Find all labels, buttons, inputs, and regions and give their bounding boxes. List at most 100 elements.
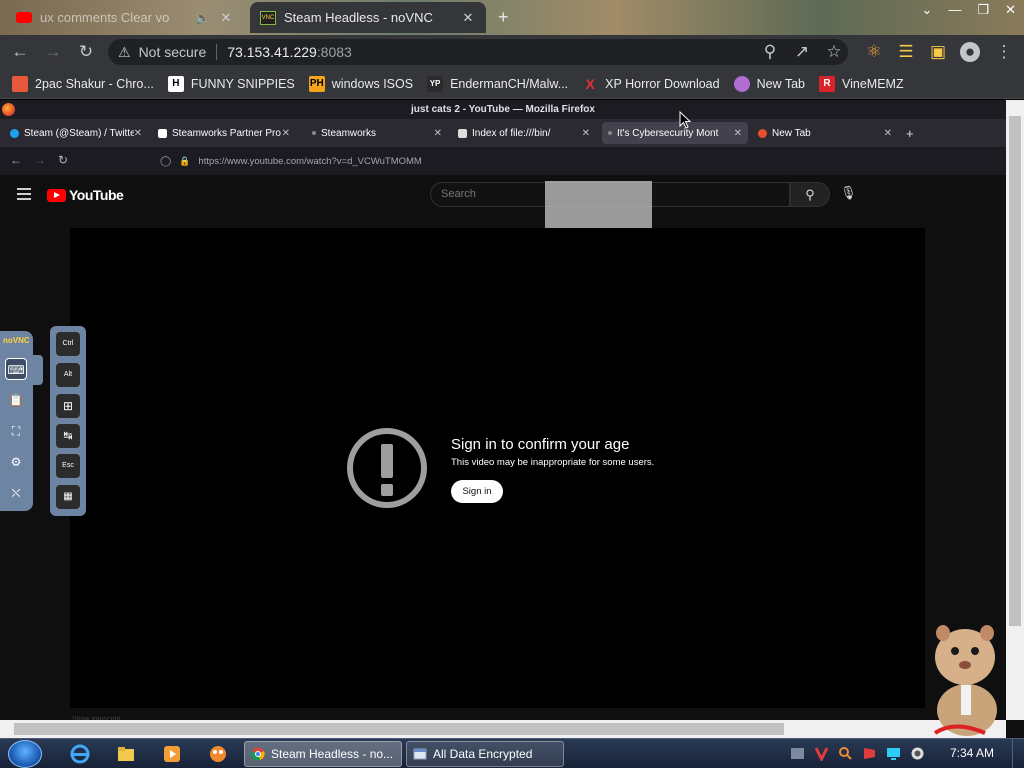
speaker-icon[interactable]: 🔈 [195,11,210,25]
exclamation-icon [347,428,427,508]
media-icon[interactable]: ☰ [896,42,916,62]
chrome-tab-novnc[interactable]: VNC Steam Headless - noVNC ✕ [250,2,486,33]
mouse-cursor-icon [679,111,691,129]
video-player[interactable]: Sign in to confirm your age This video m… [70,228,925,708]
url-text[interactable]: https://www.youtube.com/watch?v=d_VCWuTM… [198,156,421,167]
internet-explorer-icon[interactable] [70,744,90,764]
keyboard-icon[interactable]: ⌨ [5,358,27,380]
vnc-canvas[interactable]: just cats 2 - YouTube — Mozilla Firefox … [0,100,1024,738]
chrome-toolbar: ← → ↻ ⚠ Not secure 73.153.41.229 :8083 ⚲… [0,35,1024,69]
chevron-down-icon[interactable]: ⌄ [922,2,933,18]
zoom-icon[interactable]: ⚲ [760,42,780,62]
taskbar-task-chrome[interactable]: Steam Headless - no... [244,741,402,767]
profile-avatar-icon[interactable]: ● [960,42,980,62]
close-icon[interactable]: ✕ [582,128,590,139]
forward-arrow-icon[interactable]: → [34,153,46,167]
hamburger-menu-icon[interactable] [17,188,31,203]
firefox-tab[interactable]: Index of file:///bin/✕ [452,122,596,144]
star-icon[interactable]: ☆ [824,42,844,62]
bookmark-item[interactable]: 2pac Shakur - Chro... [12,75,154,92]
close-icon[interactable]: ✕ [884,128,892,139]
firefox-url-bar[interactable]: ◯ 🔒 https://www.youtube.com/watch?v=d_VC… [154,151,1006,171]
antivirus-v-icon[interactable] [814,746,829,761]
media-player-icon[interactable] [162,744,182,764]
bookmark-item[interactable]: H FUNNY SNIPPIES [167,75,295,92]
reload-icon[interactable]: ↻ [58,153,68,167]
windows-taskbar: Steam Headless - no... All Data Encrypte… [0,738,1024,768]
show-desktop-button[interactable] [1012,739,1024,768]
fullscreen-icon[interactable]: ⛶ [5,420,27,442]
bookmarks-bar: 2pac Shakur - Chro... H FUNNY SNIPPIES PH… [0,69,1024,99]
address-bar[interactable]: ⚠ Not secure 73.153.41.229 :8083 [108,39,848,65]
clock[interactable]: 7:34 AM [950,746,994,760]
clipboard-icon[interactable]: 📋 [5,389,27,411]
search-icon[interactable] [838,746,853,761]
minimize-icon[interactable]: — [948,2,961,18]
side-panel-icon[interactable]: ▣ [928,42,948,62]
bookmark-item[interactable]: PH windows ISOS [308,75,413,92]
horizontal-scrollbar[interactable] [0,720,1006,738]
chrome-tab-youtube[interactable]: ux comments Clear vo 🔈 ✕ [6,2,244,33]
bookmark-item[interactable]: YP EndermanCH/Malw... [427,75,568,92]
sign-in-button[interactable]: Sign in [451,480,503,503]
esc-key-button[interactable]: Esc [56,454,80,478]
folder-icon[interactable] [116,744,136,764]
bookmark-item[interactable]: X XP Horror Download [582,76,720,92]
firefox-tab[interactable]: New Tab ✕ [752,122,898,144]
firefox-tab-active[interactable]: It's Cybersecurity Mont ✕ [602,122,748,144]
microphone-icon[interactable]: 🎙 [840,185,857,201]
novnc-bar-handle[interactable] [33,355,43,385]
share-icon[interactable]: ↗ [792,42,812,62]
windows-key-icon[interactable]: ⊞ [56,394,80,418]
scroll-thumb[interactable] [1009,116,1021,626]
new-tab-button[interactable]: + [906,126,914,141]
paint-icon[interactable] [208,744,228,764]
display-icon[interactable] [886,746,901,761]
close-icon[interactable]: ✕ [460,10,476,26]
close-icon[interactable]: ✕ [434,128,442,139]
start-button[interactable] [8,740,42,768]
forward-arrow-icon[interactable]: → [43,42,63,62]
disconnect-icon[interactable]: ⛌ [5,482,27,504]
ctrl-alt-del-icon[interactable]: ▦ [56,485,80,509]
bookmark-favicon-icon [733,75,750,92]
tab-title: ux comments Clear vo [40,10,170,25]
extensions-icon[interactable]: ⚛ [864,42,884,62]
url-port[interactable]: :8083 [317,44,352,60]
shield-icon[interactable]: ◯ [160,156,171,167]
ctrl-key-button[interactable]: Ctrl [56,332,80,356]
youtube-logo[interactable]: YouTube [47,187,124,203]
firefox-tab[interactable]: Steamworks ✕ [306,122,448,144]
volume-icon[interactable] [910,746,925,761]
flag-icon[interactable] [862,746,877,761]
warning-icon[interactable]: ⚠ [118,44,131,61]
back-arrow-icon[interactable]: ← [10,153,22,167]
network-icon[interactable] [790,746,805,761]
url-host[interactable]: 73.153.41.229 [227,44,317,60]
maximize-icon[interactable]: ❐ [977,2,989,18]
back-arrow-icon[interactable]: ← [10,42,30,62]
taskbar-task-encrypted[interactable]: All Data Encrypted [406,741,564,767]
firefox-tab[interactable]: Steam (@Steam) / Twitte ✕ [4,122,148,144]
search-icon[interactable]: ⚲ [790,182,830,207]
novnc-logo: noVNC [3,336,30,345]
firefox-tab[interactable]: Steamworks Partner Pro ✕ [152,122,296,144]
security-label[interactable]: Not secure [139,44,207,60]
scroll-thumb[interactable] [14,723,784,735]
close-icon[interactable]: ✕ [734,128,742,139]
close-icon[interactable]: ✕ [218,10,234,26]
close-icon[interactable]: ✕ [1005,2,1016,18]
dot-icon [608,131,612,135]
new-tab-button[interactable]: + [498,7,509,28]
novnc-favicon-icon: VNC [260,10,276,25]
bookmark-item[interactable]: New Tab [733,75,805,92]
reload-icon[interactable]: ↻ [76,42,96,62]
tab-key-icon[interactable]: ↹ [56,424,80,448]
gear-icon[interactable]: ⚙ [5,451,27,473]
menu-kebab-icon[interactable]: ⋮ [994,42,1014,62]
alt-key-button[interactable]: Alt [56,363,80,387]
close-icon[interactable]: ✕ [282,128,290,139]
lock-icon[interactable]: 🔒 [179,156,190,167]
bookmark-item[interactable]: R VineMEMZ [819,75,904,92]
close-icon[interactable]: ✕ [134,128,142,139]
